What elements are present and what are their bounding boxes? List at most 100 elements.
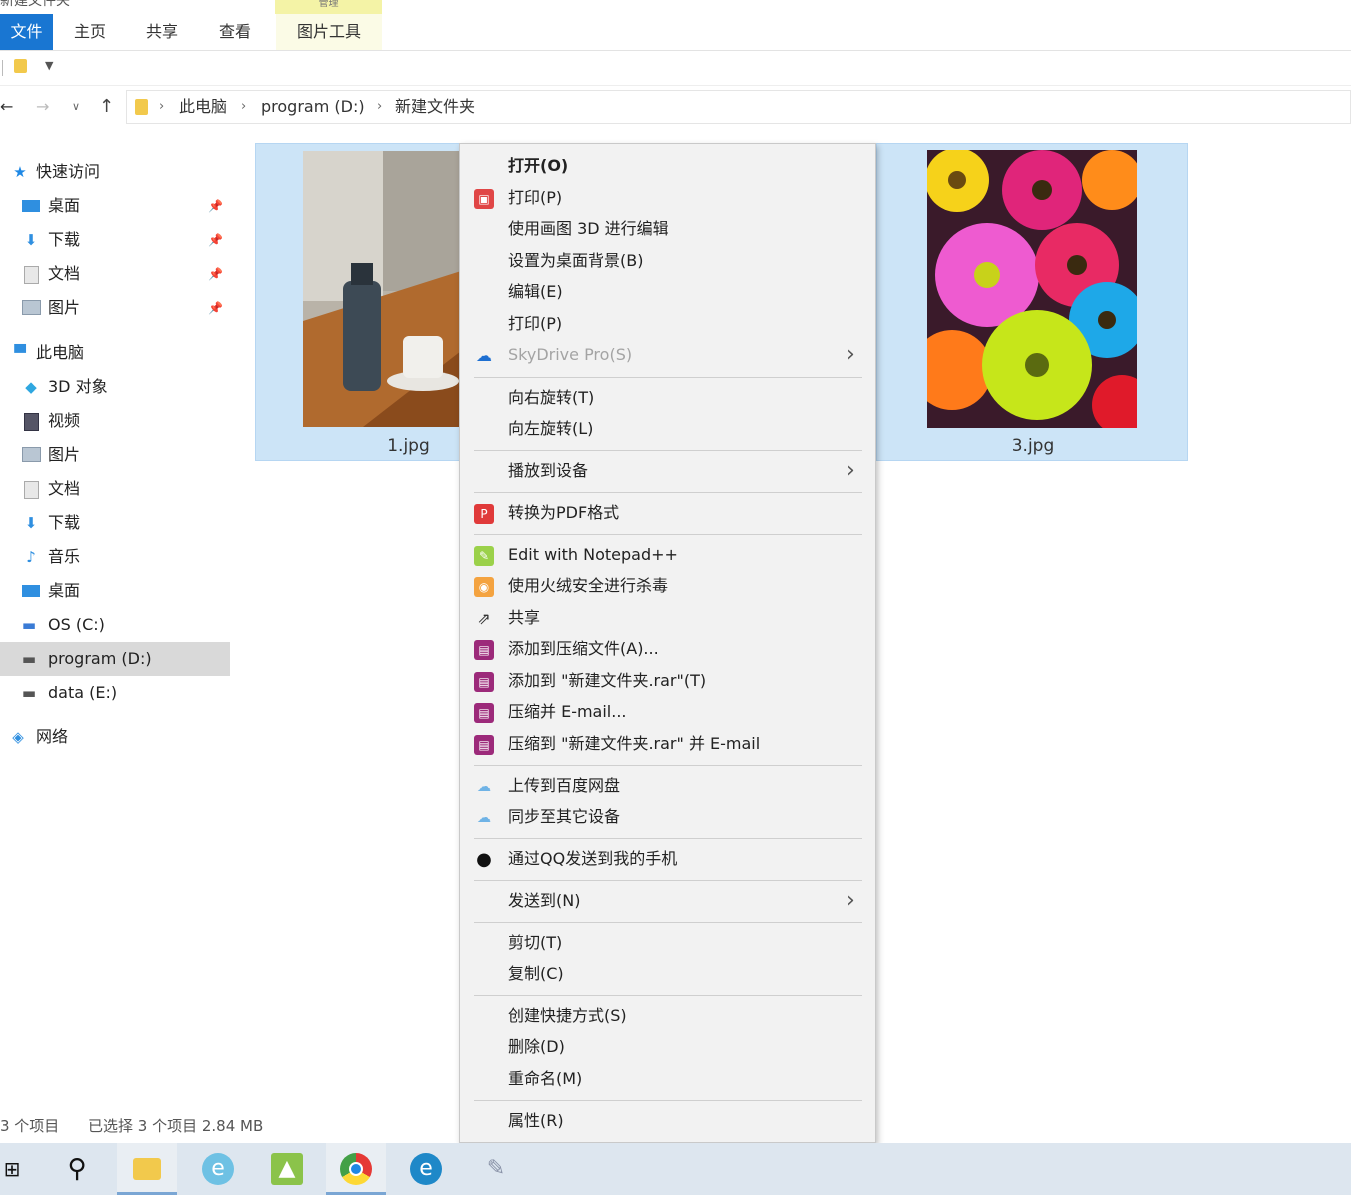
tab-picture-tools[interactable]: 图片工具 xyxy=(276,14,382,50)
tab-view[interactable]: 查看 xyxy=(200,14,270,50)
menu-item-edit[interactable]: 编辑(E) xyxy=(460,277,875,307)
quick-access-toolbar: ▼ xyxy=(0,51,1351,86)
nav-label: data (E:) xyxy=(48,683,118,702)
menu-item-add-archive[interactable]: ▤ 添加到压缩文件(A)... xyxy=(460,634,875,664)
menu-item-rename[interactable]: 重命名(M) xyxy=(460,1064,875,1094)
back-icon[interactable]: ← xyxy=(0,90,13,124)
chevron-right-icon[interactable]: › xyxy=(377,91,382,123)
contextual-tab-header: 管理 xyxy=(275,0,382,14)
up-icon[interactable]: ↑ xyxy=(99,90,114,124)
address-bar[interactable]: › 此电脑 › program (D:) › 新建文件夹 xyxy=(126,90,1351,124)
menu-item-create-shortcut[interactable]: 创建快捷方式(S) xyxy=(460,1001,875,1031)
menu-item-edit-paint3d[interactable]: 使用画图 3D 进行编辑 xyxy=(460,214,875,244)
menu-item-share[interactable]: ⇗ 共享 xyxy=(460,603,875,633)
nav-item-desktop[interactable]: 桌面 📌 xyxy=(0,189,230,223)
nav-item-documents-pc[interactable]: 文档 xyxy=(0,472,230,506)
taskbar-chrome[interactable] xyxy=(326,1143,386,1195)
nav-label: 图片 xyxy=(48,298,81,317)
chevron-right-icon[interactable]: › xyxy=(159,91,164,123)
nav-item-music[interactable]: ♪ 音乐 xyxy=(0,540,230,574)
menu-item-open[interactable]: 打开(O) xyxy=(460,151,875,181)
nav-this-pc[interactable]: ▀ 此电脑 xyxy=(0,336,230,370)
file-thumbnail xyxy=(303,151,461,427)
nav-network[interactable]: ◈ 网络 xyxy=(0,720,230,754)
menu-item-convert-pdf[interactable]: P 转换为PDF格式 xyxy=(460,498,875,528)
pin-icon[interactable]: 📌 xyxy=(208,257,223,291)
menu-item-cast-to-device[interactable]: 播放到设备 › xyxy=(460,456,875,486)
pin-icon[interactable]: 📌 xyxy=(208,189,223,223)
menu-item-label: 创建快捷方式(S) xyxy=(508,1006,627,1025)
tab-share[interactable]: 共享 xyxy=(128,14,196,50)
edge-icon: e xyxy=(410,1153,442,1185)
menu-item-cut[interactable]: 剪切(T) xyxy=(460,928,875,958)
menu-item-sync-devices[interactable]: ☁ 同步至其它设备 xyxy=(460,802,875,832)
breadcrumb-this-pc[interactable]: 此电脑 xyxy=(179,91,227,123)
menu-item-print-app[interactable]: ▣ 打印(P) xyxy=(460,183,875,213)
pin-icon[interactable]: 📌 xyxy=(208,223,223,257)
menu-separator xyxy=(474,1100,862,1101)
nav-item-3d-objects[interactable]: ◆ 3D 对象 xyxy=(0,370,230,404)
nav-item-desktop-pc[interactable]: 桌面 xyxy=(0,574,230,608)
folder-icon[interactable] xyxy=(14,59,27,73)
forward-icon[interactable]: → xyxy=(36,90,49,124)
taskbar-edge[interactable]: e xyxy=(396,1143,456,1195)
start-button[interactable]: ⊞ xyxy=(0,1143,42,1195)
menu-item-print[interactable]: 打印(P) xyxy=(460,309,875,339)
breadcrumb-program-d[interactable]: program (D:) xyxy=(261,91,365,123)
menu-item-skydrive[interactable]: ☁ SkyDrive Pro(S) › xyxy=(460,340,875,370)
paint-icon: ▲ xyxy=(271,1153,303,1185)
taskbar-browser[interactable]: e xyxy=(188,1143,248,1195)
menu-item-rotate-right[interactable]: 向右旋转(T) xyxy=(460,383,875,413)
taskbar-paint[interactable]: ▲ xyxy=(257,1143,317,1195)
title-bar: 新建文件夹 管理 xyxy=(0,0,1351,14)
menu-item-copy[interactable]: 复制(C) xyxy=(460,959,875,989)
menu-item-label: 删除(D) xyxy=(508,1037,565,1056)
nav-label: 文档 xyxy=(48,264,81,283)
nav-item-downloads-pc[interactable]: ⬇ 下载 xyxy=(0,506,230,540)
menu-item-huorong-scan[interactable]: ◉ 使用火绒安全进行杀毒 xyxy=(460,571,875,601)
customize-toolbar-icon[interactable]: ▼ xyxy=(45,59,53,72)
menu-separator xyxy=(474,922,862,923)
menu-item-upload-baidu[interactable]: ☁ 上传到百度网盘 xyxy=(460,771,875,801)
menu-separator xyxy=(474,492,862,493)
computer-icon: ▀ xyxy=(14,344,26,362)
menu-item-label: 打印(P) xyxy=(508,188,563,207)
nav-item-drive-c[interactable]: ▬ OS (C:) xyxy=(0,608,230,642)
menu-item-send-qq[interactable]: ● 通过QQ发送到我的手机 xyxy=(460,844,875,874)
nav-item-drive-e[interactable]: ▬ data (E:) xyxy=(0,676,230,710)
menu-item-properties[interactable]: 属性(R) xyxy=(460,1106,875,1136)
menu-item-label: 打印(P) xyxy=(508,314,563,333)
nav-item-videos[interactable]: 视频 xyxy=(0,404,230,438)
chevron-right-icon[interactable]: › xyxy=(241,91,246,123)
taskbar-tool[interactable]: ✎ xyxy=(466,1143,526,1195)
pin-icon[interactable]: 📌 xyxy=(208,291,223,325)
menu-item-add-to-rar[interactable]: ▤ 添加到 "新建文件夹.rar"(T) xyxy=(460,666,875,696)
menu-item-send-to[interactable]: 发送到(N) › xyxy=(460,886,875,916)
menu-item-rotate-left[interactable]: 向左旋转(L) xyxy=(460,414,875,444)
nav-item-downloads[interactable]: ⬇ 下载 📌 xyxy=(0,223,230,257)
menu-item-notepad-plus[interactable]: ✎ Edit with Notepad++ xyxy=(460,540,875,570)
breadcrumb-new-folder[interactable]: 新建文件夹 xyxy=(395,91,475,123)
tab-home[interactable]: 主页 xyxy=(56,14,124,50)
file-tile[interactable]: 1.jpg xyxy=(255,143,461,461)
menu-item-set-wallpaper[interactable]: 设置为桌面背景(B) xyxy=(460,246,875,276)
nav-item-pictures[interactable]: 图片 📌 xyxy=(0,291,230,325)
nav-item-pictures-pc[interactable]: 图片 xyxy=(0,438,230,472)
file-tile[interactable]: 3.jpg xyxy=(876,143,1188,461)
tab-file[interactable]: 文件 xyxy=(0,14,53,50)
nav-item-documents[interactable]: 文档 📌 xyxy=(0,257,230,291)
star-icon: ★ xyxy=(13,163,27,181)
menu-item-compress-email[interactable]: ▤ 压缩并 E-mail... xyxy=(460,697,875,727)
menu-item-label: 向右旋转(T) xyxy=(508,388,595,407)
nav-item-drive-d[interactable]: ▬ program (D:) xyxy=(0,642,230,676)
nav-label: 桌面 xyxy=(48,196,81,215)
search-icon: ⚲ xyxy=(67,1154,87,1184)
menu-item-label: 属性(R) xyxy=(508,1111,564,1130)
menu-item-compress-rar-email[interactable]: ▤ 压缩到 "新建文件夹.rar" 并 E-mail xyxy=(460,729,875,759)
menu-item-delete[interactable]: 删除(D) xyxy=(460,1032,875,1062)
recent-locations-icon[interactable]: ∨ xyxy=(72,90,80,124)
taskbar-file-explorer[interactable] xyxy=(117,1143,177,1195)
nav-quick-access[interactable]: ★ 快速访问 xyxy=(0,155,230,189)
menu-item-label: 通过QQ发送到我的手机 xyxy=(508,849,678,868)
taskbar-search[interactable]: ⚲ xyxy=(47,1143,107,1195)
